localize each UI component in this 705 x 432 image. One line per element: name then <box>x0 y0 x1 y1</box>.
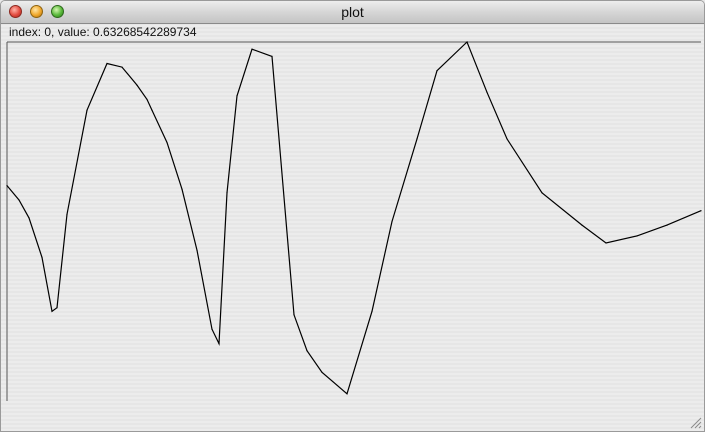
data-point <box>226 192 228 194</box>
series-line <box>6 40 702 395</box>
data-point <box>146 98 148 100</box>
data-point <box>321 371 323 373</box>
data-point <box>151 109 153 111</box>
line-chart <box>6 40 702 401</box>
data-point <box>28 217 30 219</box>
data-point <box>346 393 348 395</box>
data-point <box>700 210 702 212</box>
data-point <box>251 48 253 50</box>
data-point <box>18 199 20 201</box>
data-point <box>66 213 68 215</box>
data-point <box>218 343 220 345</box>
data-point <box>271 55 273 58</box>
data-point <box>541 192 543 194</box>
data-point <box>56 307 58 309</box>
data-point <box>121 66 123 68</box>
data-point <box>605 242 607 244</box>
data-point <box>306 350 308 352</box>
data-point <box>196 249 198 251</box>
data-point <box>391 220 393 223</box>
data-point <box>181 188 183 190</box>
data-point <box>466 41 468 43</box>
data-point <box>581 224 583 226</box>
data-point <box>51 310 53 312</box>
data-points <box>6 41 702 395</box>
data-point <box>636 235 638 237</box>
data-point <box>41 256 43 258</box>
data-point <box>86 109 88 111</box>
data-point <box>506 138 508 140</box>
data-point <box>293 314 295 316</box>
data-point <box>6 185 8 187</box>
data-point <box>106 62 108 65</box>
data-point <box>666 224 668 226</box>
data-point <box>486 91 488 93</box>
data-point <box>416 138 418 140</box>
data-point <box>211 328 213 330</box>
plot-frame <box>6 41 701 401</box>
resize-grip-icon[interactable] <box>690 417 702 429</box>
data-point <box>236 95 238 97</box>
data-point <box>371 310 373 312</box>
plot-window: plot index: 0, value: 0.63268542289734 <box>0 0 705 432</box>
data-point <box>136 84 138 86</box>
data-point <box>436 70 438 72</box>
data-point <box>166 141 168 144</box>
